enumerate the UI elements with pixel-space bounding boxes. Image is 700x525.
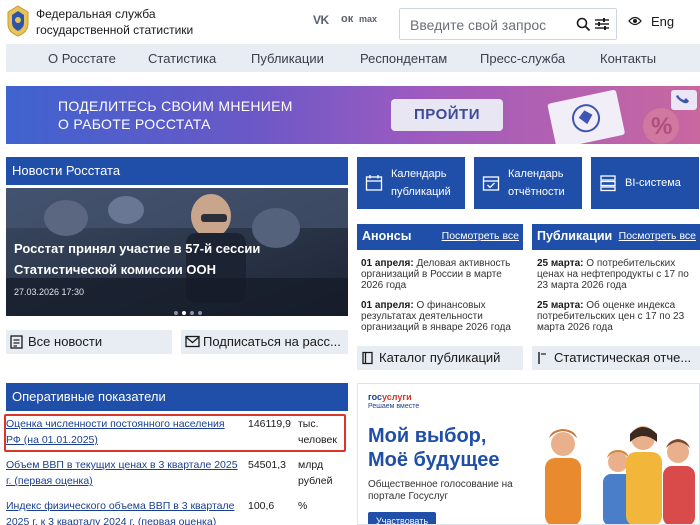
banner-text: ПОДЕЛИТЕСЬ СВОИМ МНЕНИЕМ О РАБОТЕ РОССТА… <box>58 98 293 132</box>
server-icon <box>600 175 616 192</box>
gosuslugi-logo: госуслуги <box>368 392 412 402</box>
search-icon[interactable] <box>576 17 591 32</box>
news-header: Новости Росстата <box>6 157 348 185</box>
eye-accessibility-icon[interactable] <box>628 15 642 27</box>
main-nav: О Росстате Статистика Публикации Респонд… <box>6 44 700 72</box>
language-switch[interactable]: Eng <box>651 14 674 29</box>
gosuslugi-title: Мой выбор, Моё будущее <box>368 425 500 471</box>
search-input[interactable] <box>410 15 570 35</box>
all-news-button[interactable]: Все новости <box>6 330 172 354</box>
family-illustration-icon <box>545 426 695 524</box>
announcement-item[interactable]: 01 апреля: Деловая активность организаци… <box>361 258 525 291</box>
carousel-dots <box>174 302 206 316</box>
news-date: 27.03.2026 17:30 <box>14 287 85 297</box>
gosuslugi-text: Общественное голосование на портале Госу… <box>368 479 513 502</box>
document-list-icon <box>10 335 23 349</box>
indicator-value: 54501,3 <box>248 459 286 471</box>
publication-item[interactable]: 25 марта: О потребительских ценах на неф… <box>537 258 700 291</box>
announcements-header: Анонсы Посмотреть все <box>357 224 523 250</box>
indicator-unit: % <box>298 500 308 512</box>
nav-item-press[interactable]: Пресс-служба <box>480 51 565 66</box>
book-icon <box>362 351 373 365</box>
nav-item-publications[interactable]: Публикации <box>251 51 324 66</box>
announcement-item[interactable]: 01 апреля: О финансовых результатах деят… <box>361 300 525 333</box>
carousel-dot[interactable] <box>174 311 178 315</box>
indicator-name[interactable]: Объем ВВП в текущих ценах в 3 квартале 2… <box>6 457 242 489</box>
banner-go-button[interactable]: ПРОЙТИ <box>391 99 503 131</box>
tile-reporting-calendar[interactable]: Календарь отчётности <box>474 157 582 209</box>
publications-header: Публикации Посмотреть все <box>532 224 700 250</box>
stat-reports-button[interactable]: Статистическая отче... <box>532 346 700 370</box>
calendar-icon <box>365 175 383 191</box>
survey-banner[interactable]: ПОДЕЛИТЕСЬ СВОИМ МНЕНИЕМ О РАБОТЕ РОССТА… <box>6 86 700 144</box>
max-icon[interactable]: max <box>359 14 377 24</box>
news-carousel[interactable]: Росстат принял участие в 57-й сессии Ста… <box>6 188 348 316</box>
org-name[interactable]: Федеральная служба государственной стати… <box>36 6 193 38</box>
calendar-check-icon <box>482 176 500 191</box>
carousel-dot[interactable] <box>190 311 194 315</box>
tile-bi-system[interactable]: BI-система <box>591 157 699 209</box>
news-title[interactable]: Росстат принял участие в 57-й сессии Ста… <box>14 238 284 280</box>
nav-item-contacts[interactable]: Контакты <box>600 51 656 66</box>
nav-item-respondents[interactable]: Респондентам <box>360 51 447 66</box>
indicator-unit: млрд рублей <box>298 459 333 487</box>
publication-item[interactable]: 25 марта: Об оценке индекса потребительс… <box>537 300 700 333</box>
vk-icon[interactable]: VK <box>313 13 329 27</box>
publications-see-all-link[interactable]: Посмотреть все <box>619 230 696 242</box>
indicator-value: 100,6 <box>248 500 275 512</box>
subscribe-button[interactable]: Подписаться на расс... <box>181 330 348 354</box>
highlight-box <box>4 414 346 452</box>
envelope-icon <box>185 335 200 348</box>
search-box <box>399 8 617 40</box>
filter-settings-icon[interactable] <box>594 16 610 32</box>
svg-text:%: % <box>651 113 672 140</box>
carousel-dot[interactable] <box>182 311 186 315</box>
site-header: Федеральная служба государственной стати… <box>0 0 700 44</box>
nav-item-statistics[interactable]: Статистика <box>148 51 216 66</box>
tile-publication-calendar[interactable]: Календарь публикаций <box>357 157 465 209</box>
nav-item-about[interactable]: О Росстате <box>48 51 116 66</box>
gosuslugi-promo[interactable]: госуслуги Решаем вместе Мой выбор, Моё б… <box>357 383 700 525</box>
rosstat-emblem-icon[interactable] <box>4 4 32 38</box>
indicators-header: Оперативные показатели <box>6 383 348 411</box>
participate-button[interactable]: Участвовать <box>368 512 436 524</box>
catalog-button[interactable]: Каталог публикаций <box>357 346 523 370</box>
indicator-name[interactable]: Индекс физического объема ВВП в 3 кварта… <box>6 498 242 525</box>
odnoklassniki-icon[interactable]: ок <box>341 13 353 25</box>
banner-decoration-icon: % <box>547 89 697 144</box>
carousel-dot[interactable] <box>198 311 202 315</box>
announcements-see-all-link[interactable]: Посмотреть все <box>442 230 519 242</box>
report-icon <box>538 352 546 364</box>
